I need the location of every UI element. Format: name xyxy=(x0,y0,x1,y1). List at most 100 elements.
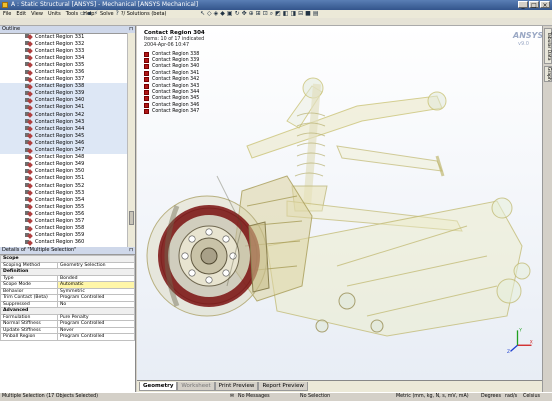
save-icon[interactable]: ▪ xyxy=(88,10,92,18)
rotate-icon[interactable]: ↻ xyxy=(235,10,240,18)
legend-item-label: Contact Region 343 xyxy=(152,83,200,89)
tab-graph[interactable]: Graph xyxy=(544,66,552,82)
display-icon[interactable]: ▤ xyxy=(313,10,319,18)
tree-item-contact-region[interactable]: Contact Region 344 xyxy=(0,125,128,133)
contact-region-icon xyxy=(25,190,33,195)
tree-item-label: Contact Region 343 xyxy=(35,118,85,125)
tree-item-contact-region[interactable]: Contact Region 339 xyxy=(0,89,128,97)
vertex-select-icon[interactable]: ◆ xyxy=(220,10,225,18)
solutions-menu[interactable]: ?/ Solutions (beta) xyxy=(121,10,167,18)
select-icon[interactable]: ↖ xyxy=(200,10,205,18)
tab-report-preview[interactable]: Report Preview xyxy=(258,382,308,391)
tree-item-label: Contact Region 348 xyxy=(35,154,85,161)
tree-item-contact-region[interactable]: Contact Region 354 xyxy=(0,196,128,203)
tree-item-label: Contact Region 359 xyxy=(35,232,85,239)
tree-item-label: Contact Region 332 xyxy=(35,40,85,47)
tab-print-preview[interactable]: Print Preview xyxy=(214,382,259,391)
magnifier-icon[interactable]: ⌕ xyxy=(270,10,273,18)
face-select-icon[interactable]: ◇ xyxy=(207,10,212,18)
menu-view[interactable]: View xyxy=(31,10,43,18)
tree-item-contact-region[interactable]: Contact Region 336 xyxy=(0,68,128,75)
tree-item-contact-region[interactable]: Contact Region 348 xyxy=(0,154,128,161)
tree-item-contact-region[interactable]: Contact Region 338 xyxy=(0,82,128,90)
tree-item-label: Contact Region 357 xyxy=(35,217,85,224)
contact-region-icon xyxy=(25,62,33,67)
menu-units[interactable]: Units xyxy=(48,10,61,18)
main-toolbar: ▭ ▪ ⚡ Solve ? ?/ Solutions (beta) xyxy=(80,10,167,18)
view-icon[interactable]: ◧ xyxy=(283,10,289,18)
tree-item-contact-region[interactable]: Contact Region 341 xyxy=(0,103,128,112)
messages-icon[interactable]: ✉ xyxy=(230,393,234,401)
z-axis-label: Z xyxy=(507,349,510,354)
tab-tabular-data[interactable]: Tabular Data xyxy=(544,28,552,64)
legend-swatch xyxy=(144,77,149,83)
tree-item-contact-region[interactable]: Contact Region 343 xyxy=(0,118,128,126)
legend-swatch xyxy=(144,51,149,57)
menu-edit[interactable]: Edit xyxy=(16,10,26,18)
tree-item-contact-region[interactable]: Contact Region 357 xyxy=(0,217,128,224)
menu-file[interactable]: File xyxy=(3,10,11,18)
tree-item-contact-region[interactable]: Contact Region 352 xyxy=(0,182,128,189)
details-table: Scope Scoping Method Geometry Selection Def… xyxy=(0,255,135,341)
tree-item-label: Contact Region 342 xyxy=(35,111,85,118)
hide-icon[interactable]: ◨ xyxy=(290,10,296,18)
details-value[interactable]: Program Controlled xyxy=(57,333,135,341)
zoom-box-icon[interactable]: ⊞ xyxy=(256,10,261,18)
menu-tools[interactable]: Tools xyxy=(66,10,78,18)
help-icon[interactable]: ? xyxy=(116,10,119,18)
tree-item-contact-region[interactable]: Contact Region 360 xyxy=(0,239,128,246)
shaded-icon[interactable]: ■ xyxy=(305,10,311,18)
scrollbar-thumb[interactable] xyxy=(129,211,134,225)
wireframe-icon[interactable]: ⊟ xyxy=(298,10,303,18)
viewport-legend: Contact Region 304 Items: 10 of 17 indic… xyxy=(144,30,234,115)
zoom-icon[interactable]: ⊕ xyxy=(249,10,254,18)
solve-icon[interactable]: ⚡ xyxy=(94,10,98,18)
iso-view-icon[interactable]: ◩ xyxy=(275,10,281,18)
tree-item-contact-region[interactable]: Contact Region 345 xyxy=(0,132,128,140)
contact-region-icon xyxy=(25,41,33,46)
pin-icon[interactable]: ⊓ xyxy=(129,247,133,254)
tree-item-contact-region[interactable]: Contact Region 340 xyxy=(0,96,128,104)
tree-item-contact-region[interactable]: Contact Region 356 xyxy=(0,210,128,217)
coordinate-triad[interactable]: X Y Z xyxy=(507,326,535,354)
body-select-icon[interactable]: ▣ xyxy=(227,10,233,18)
tree-item-contact-region[interactable]: Contact Region 331 xyxy=(0,33,128,40)
tree-item-contact-region[interactable]: Contact Region 353 xyxy=(0,189,128,196)
minimize-button[interactable]: _ xyxy=(518,1,528,9)
tree-item-contact-region[interactable]: Contact Region 335 xyxy=(0,61,128,68)
tree-item-contact-region[interactable]: Contact Region 355 xyxy=(0,203,128,210)
status-selection: Multiple Selection (17 Objects Selected) xyxy=(2,394,99,399)
y-axis-label: Y xyxy=(518,327,522,333)
ansys-version: v9.0 xyxy=(518,41,529,47)
contact-region-icon xyxy=(25,168,33,174)
maximize-button[interactable]: □ xyxy=(529,1,539,9)
tree-item-contact-region[interactable]: Contact Region 342 xyxy=(0,111,128,119)
outline-scrollbar[interactable] xyxy=(127,33,135,247)
tree-item-contact-region[interactable]: Contact Region 333 xyxy=(0,47,128,54)
tree-item-contact-region[interactable]: Contact Region 337 xyxy=(0,76,128,83)
tab-worksheet[interactable]: Worksheet xyxy=(177,382,215,391)
status-messages[interactable]: No Messages xyxy=(238,393,270,401)
tree-item-contact-region[interactable]: Contact Region 358 xyxy=(0,225,128,232)
tab-geometry[interactable]: Geometry xyxy=(139,382,178,391)
edge-select-icon[interactable]: ◈ xyxy=(214,10,219,18)
tree-item-contact-region[interactable]: Contact Region 347 xyxy=(0,146,128,154)
solve-button[interactable]: Solve xyxy=(100,10,114,18)
tree-item-contact-region[interactable]: Contact Region 350 xyxy=(0,168,128,175)
details-row[interactable]: Pinball Region Program Controlled xyxy=(0,333,135,341)
tree-item-contact-region[interactable]: Contact Region 359 xyxy=(0,232,128,239)
tree-item-contact-region[interactable]: Contact Region 346 xyxy=(0,139,128,147)
pin-icon[interactable]: ⊓ xyxy=(129,26,133,33)
graphics-viewport[interactable]: Contact Region 304 Items: 10 of 17 indic… xyxy=(137,26,542,380)
close-button[interactable]: × xyxy=(540,1,550,9)
tree-item-contact-region[interactable]: Contact Region 334 xyxy=(0,54,128,61)
new-icon[interactable]: ▭ xyxy=(80,10,86,18)
tree-item-contact-region[interactable]: Contact Region 332 xyxy=(0,40,128,47)
graphics-toolbar: ↖ ◇ ◈ ◆ ▣ ↻ ✥ ⊕ ⊞ ⊡ ⌕ ◩ ◧ ◨ ⊟ ■ ▤ xyxy=(200,10,319,18)
tree-item-contact-region[interactable]: Contact Region 349 xyxy=(0,161,128,168)
tree-item-label: Contact Region 331 xyxy=(35,33,85,40)
pan-icon[interactable]: ✥ xyxy=(242,10,247,18)
zoom-fit-icon[interactable]: ⊡ xyxy=(263,10,268,18)
tree-item-contact-region[interactable]: Contact Region 351 xyxy=(0,175,128,182)
legend-title: Contact Region 304 xyxy=(144,30,205,36)
